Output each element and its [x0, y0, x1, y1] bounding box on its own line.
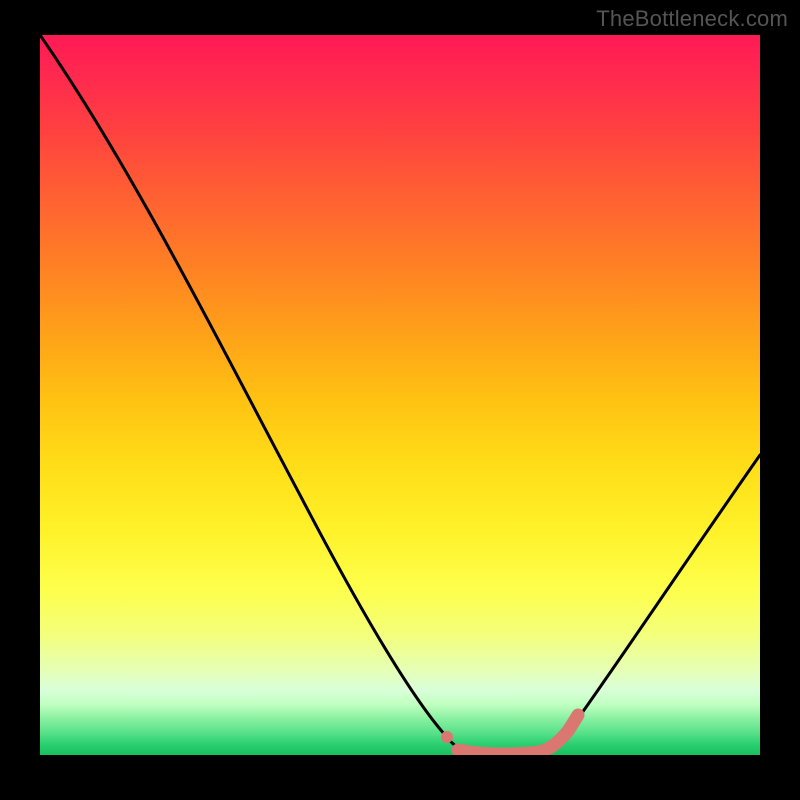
optimal-marker-icon	[441, 731, 453, 743]
watermark-text: TheBottleneck.com	[596, 6, 788, 32]
plot-area	[40, 35, 760, 755]
optimal-range-right-line	[542, 715, 578, 751]
bottleneck-curve-line	[40, 35, 760, 754]
optimal-range-line	[458, 750, 540, 754]
chart-container: TheBottleneck.com	[0, 0, 800, 800]
curve-layer	[40, 35, 760, 755]
